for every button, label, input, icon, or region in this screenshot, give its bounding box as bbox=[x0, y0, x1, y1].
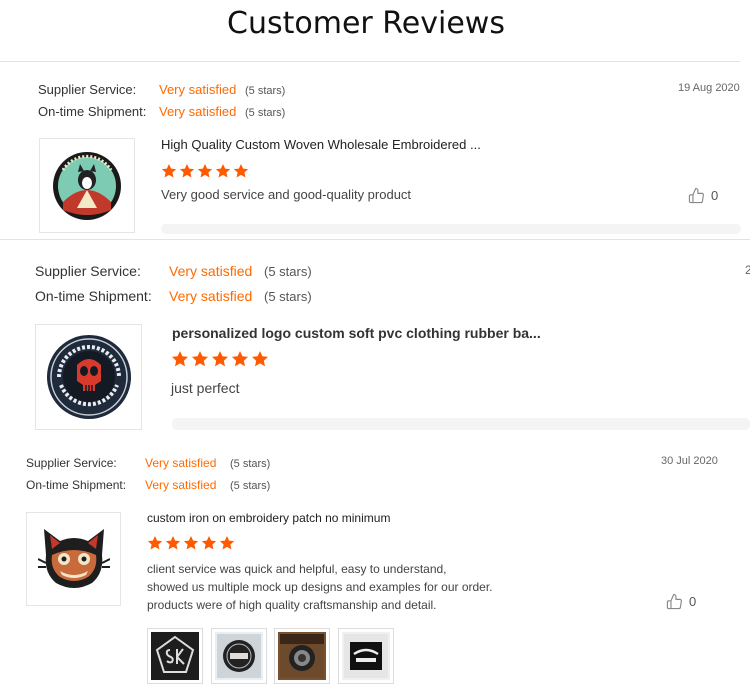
shipment-label: On-time Shipment: bbox=[26, 478, 127, 492]
comment-line: client service was quick and helpful, ea… bbox=[147, 562, 447, 576]
shipment-value: Very satisfied bbox=[159, 104, 237, 119]
star-icon bbox=[183, 535, 199, 551]
supplier-service-row: Supplier Service: Very satisfied (5 stars) bbox=[26, 456, 270, 470]
comment-line: Very good service and good-quality produ… bbox=[161, 187, 412, 202]
supplier-service-label: Supplier Service: bbox=[35, 263, 141, 279]
supplier-service-value: Very satisfied bbox=[169, 263, 253, 279]
dog-patch-image bbox=[53, 151, 121, 220]
skull-patch-image bbox=[46, 335, 131, 419]
shipment-row: On-time Shipment: Very satisfied (5 stars) bbox=[38, 104, 285, 119]
star-icon bbox=[201, 535, 217, 551]
star-icon bbox=[191, 350, 209, 368]
round-patch-photo bbox=[217, 634, 261, 678]
shipment-value: Very satisfied bbox=[169, 288, 253, 304]
star-icon bbox=[171, 350, 189, 368]
product-title-link[interactable]: custom iron on embroidery patch no minim… bbox=[147, 511, 390, 525]
patch-on-table-photo bbox=[280, 634, 324, 678]
review-date: 30 Jul 2020 bbox=[661, 455, 718, 467]
comment-line: products were of high quality craftsmans… bbox=[147, 598, 437, 612]
review-date: 19 Aug 2020 bbox=[678, 82, 740, 94]
black-patch-photo bbox=[344, 634, 388, 678]
supplier-service-label: Supplier Service: bbox=[26, 456, 117, 470]
supplier-service-row: Supplier Service: Very satisfied (5 stars) bbox=[35, 263, 312, 279]
comment-line: showed us multiple mock up designs and e… bbox=[147, 580, 493, 594]
shipment-label: On-time Shipment: bbox=[35, 288, 152, 304]
thumbs-up-icon bbox=[688, 187, 704, 204]
star-icon bbox=[251, 350, 269, 368]
like-button[interactable]: 0 bbox=[666, 593, 696, 610]
review-comment: client service was quick and helpful, ea… bbox=[147, 560, 493, 614]
like-count: 0 bbox=[689, 594, 697, 609]
review-date: 2 bbox=[745, 263, 750, 277]
product-thumbnail[interactable] bbox=[26, 512, 121, 606]
shipment-row: On-time Shipment: Very satisfied (5 stars) bbox=[26, 478, 270, 492]
star-icon bbox=[197, 163, 213, 179]
star-icon bbox=[147, 535, 163, 551]
attachment-thumbnail-1[interactable] bbox=[147, 628, 203, 684]
shipment-row: On-time Shipment: Very satisfied (5 stars) bbox=[35, 288, 312, 304]
supplier-service-stars: (5 stars) bbox=[245, 85, 286, 97]
attachment-thumbnail-3[interactable] bbox=[274, 628, 330, 684]
comment-line: just perfect bbox=[171, 380, 240, 396]
review-divider bbox=[0, 239, 750, 240]
product-thumbnail[interactable] bbox=[39, 138, 135, 233]
rating-stars bbox=[171, 350, 271, 373]
product-thumbnail[interactable] bbox=[35, 324, 142, 430]
product-title-link[interactable]: personalized logo custom soft pvc clothi… bbox=[172, 325, 541, 341]
shipment-stars: (5 stars) bbox=[245, 107, 286, 119]
shipment-stars: (5 stars) bbox=[230, 480, 271, 492]
rating-stars bbox=[147, 535, 237, 556]
attachment-thumbnail-2[interactable] bbox=[211, 628, 267, 684]
horizontal-scrollbar[interactable] bbox=[161, 224, 741, 234]
review-comment: Very good service and good-quality produ… bbox=[161, 187, 411, 202]
supplier-service-stars: (5 stars) bbox=[264, 264, 312, 279]
page-title: Customer Reviews bbox=[227, 6, 505, 41]
like-count: 0 bbox=[711, 188, 719, 203]
product-title-link[interactable]: High Quality Custom Woven Wholesale Embr… bbox=[161, 137, 481, 152]
supplier-service-value: Very satisfied bbox=[159, 82, 237, 97]
attachment-thumbnail-4[interactable] bbox=[338, 628, 394, 684]
supplier-service-stars: (5 stars) bbox=[230, 458, 271, 470]
star-icon bbox=[161, 163, 177, 179]
star-icon bbox=[165, 535, 181, 551]
horizontal-scrollbar[interactable] bbox=[172, 418, 750, 430]
star-icon bbox=[215, 163, 231, 179]
supplier-service-row: Supplier Service: Very satisfied (5 stars) bbox=[38, 82, 285, 97]
star-icon bbox=[179, 163, 195, 179]
star-icon bbox=[219, 535, 235, 551]
cat-patch-image bbox=[37, 529, 110, 588]
sk-patch-image bbox=[155, 635, 195, 673]
like-button[interactable]: 0 bbox=[688, 187, 718, 204]
star-icon bbox=[211, 350, 229, 368]
star-icon bbox=[233, 163, 249, 179]
top-divider bbox=[0, 61, 740, 62]
rating-stars bbox=[161, 163, 251, 184]
thumbs-up-icon bbox=[666, 593, 682, 610]
star-icon bbox=[231, 350, 249, 368]
supplier-service-label: Supplier Service: bbox=[38, 82, 137, 97]
supplier-service-value: Very satisfied bbox=[145, 456, 217, 470]
shipment-label: On-time Shipment: bbox=[38, 104, 147, 119]
shipment-value: Very satisfied bbox=[145, 478, 217, 492]
review-comment: just perfect bbox=[171, 380, 239, 396]
shipment-stars: (5 stars) bbox=[264, 289, 312, 304]
